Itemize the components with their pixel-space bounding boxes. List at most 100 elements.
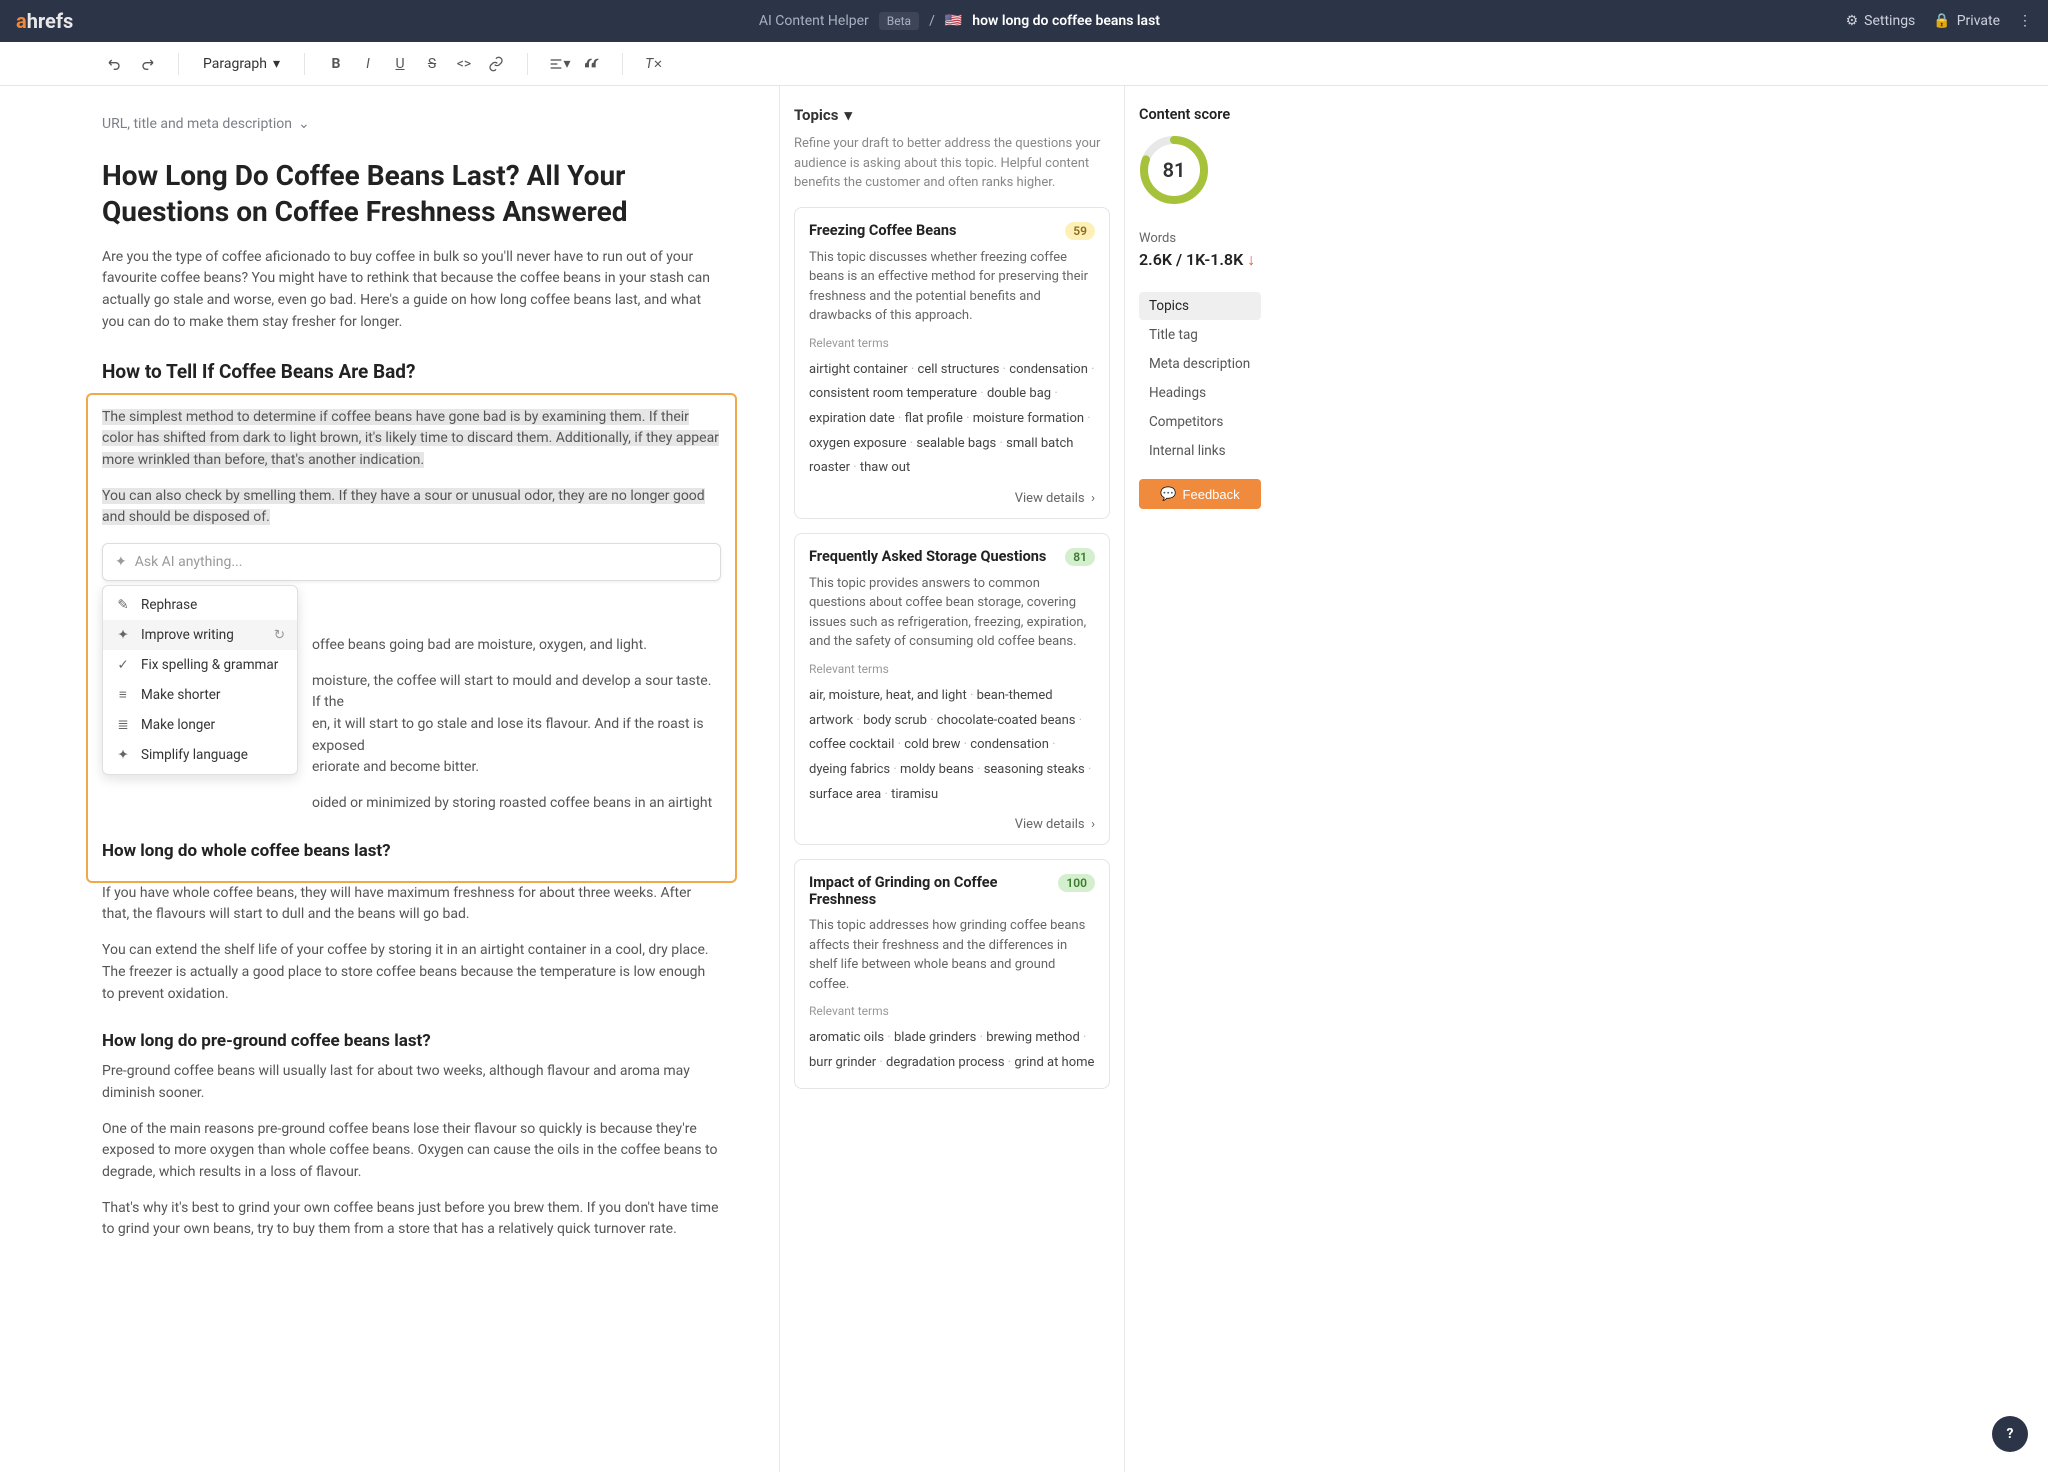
view-details-link[interactable]: View details › [809, 817, 1095, 832]
undo-button[interactable] [100, 49, 130, 79]
score-nav: TopicsTitle tagMeta descriptionHeadingsC… [1139, 292, 1261, 465]
topics-description: Refine your draft to better address the … [794, 134, 1110, 193]
topic-title: Freezing Coffee Beans [809, 222, 956, 239]
topic-card: Impact of Grinding on Coffee Freshness10… [794, 859, 1110, 1088]
bold-button[interactable]: B [321, 49, 351, 79]
meta-toggle-label: URL, title and meta description [102, 116, 292, 132]
feedback-label: Feedback [1183, 487, 1240, 502]
relevant-terms: aromatic oilsblade grindersbrewing metho… [809, 1026, 1095, 1075]
view-details-link[interactable]: View details › [809, 491, 1095, 506]
heading-how-to-tell[interactable]: How to Tell If Coffee Beans Are Bad? [102, 360, 721, 383]
topic-title: Impact of Grinding on Coffee Freshness [809, 874, 1058, 908]
topics-column: Topics ▾ Refine your draft to better add… [780, 86, 1125, 1472]
score-nav-item[interactable]: Internal links [1139, 437, 1261, 465]
beta-badge: Beta [879, 12, 919, 30]
relevant-terms-label: Relevant terms [809, 1004, 1095, 1018]
score-nav-item[interactable]: Meta description [1139, 350, 1261, 378]
topbar-center: AI Content Helper Beta / 🇺🇸 how long do … [73, 12, 1845, 30]
topics-header[interactable]: Topics ▾ [794, 106, 1110, 124]
topic-score-pill: 100 [1058, 874, 1095, 892]
topic-title: Frequently Asked Storage Questions [809, 548, 1046, 565]
avoided-paragraph[interactable]: oided or minimized by storing roasted co… [102, 793, 721, 815]
article-title[interactable]: How Long Do Coffee Beans Last? All Your … [102, 158, 721, 231]
score-nav-item[interactable]: Title tag [1139, 321, 1261, 349]
underline-button[interactable]: U [385, 49, 415, 79]
lines-short-icon: ≡ [115, 687, 131, 703]
editor-column: URL, title and meta description ⌄ How Lo… [0, 86, 780, 1472]
refresh-icon: ↻ [274, 627, 285, 643]
ai-menu-improve-writing[interactable]: ✦Improve writing↻ [103, 620, 297, 650]
content-score-ring: 81 [1139, 135, 1209, 205]
ai-menu-simplify[interactable]: ✦Simplify language [103, 740, 297, 770]
pre-paragraph-1[interactable]: Pre-ground coffee beans will usually las… [102, 1061, 721, 1104]
content-score-title: Content score [1139, 106, 1261, 123]
words-value: 2.6K / 1K-1.8K ↓ [1139, 250, 1261, 270]
ai-placeholder: Ask AI anything... [135, 554, 243, 570]
relevant-terms: air, moisture, heat, and lightbean-theme… [809, 684, 1095, 807]
relevant-terms-label: Relevant terms [809, 336, 1095, 350]
top-bar: ahrefs AI Content Helper Beta / 🇺🇸 how l… [0, 0, 2048, 42]
relevant-terms-label: Relevant terms [809, 662, 1095, 676]
score-nav-item[interactable]: Headings [1139, 379, 1261, 407]
align-button[interactable]: ▾ [544, 49, 574, 79]
link-button[interactable] [481, 49, 511, 79]
block-type-label: Paragraph [203, 56, 267, 72]
topic-desc: This topic discusses whether freezing co… [809, 248, 1095, 326]
topbar-right: ⚙ Settings 🔒 Private ⋮ [1846, 13, 2032, 29]
score-column: Content score 81 Words 2.6K / 1K-1.8K ↓ … [1125, 86, 1275, 1472]
highlighted-paragraph-1[interactable]: The simplest method to determine if coff… [102, 407, 721, 472]
settings-label: Settings [1864, 13, 1915, 29]
relevant-terms: airtight containercell structurescondens… [809, 358, 1095, 481]
block-type-dropdown[interactable]: Paragraph ▾ [195, 52, 288, 76]
whole-paragraph-1[interactable]: If you have whole coffee beans, they wil… [102, 883, 721, 926]
topic-card: Freezing Coffee Beans 59 This topic discus… [794, 207, 1110, 519]
help-button[interactable]: ? [1992, 1416, 2028, 1452]
more-menu-button[interactable]: ⋮ [2018, 13, 2032, 29]
score-nav-item[interactable]: Competitors [1139, 408, 1261, 436]
content-score-value: 81 [1139, 135, 1209, 205]
ai-menu-make-longer[interactable]: ≣Make longer [103, 710, 297, 740]
pre-paragraph-2[interactable]: One of the main reasons pre-ground coffe… [102, 1119, 721, 1184]
ai-menu-make-shorter[interactable]: ≡Make shorter [103, 680, 297, 710]
pencil-icon: ✎ [115, 597, 131, 613]
code-button[interactable]: <> [449, 49, 479, 79]
highlighted-paragraph-2[interactable]: You can also check by smelling them. If … [102, 486, 721, 529]
topic-score-pill: 59 [1065, 222, 1095, 240]
clear-format-button[interactable]: T✕ [639, 49, 669, 79]
heading-pre-ground[interactable]: How long do pre-ground coffee beans last… [102, 1031, 721, 1051]
whole-paragraph-2[interactable]: You can extend the shelf life of your co… [102, 940, 721, 1005]
score-nav-item[interactable]: Topics [1139, 292, 1261, 320]
text-behind-menu: offee beans going bad are moisture, oxyg… [312, 635, 721, 861]
chevron-down-icon: ⌄ [298, 116, 310, 132]
check-icon: ✓ [115, 657, 131, 673]
heading-whole-beans[interactable]: How long do whole coffee beans last? [102, 841, 721, 861]
topics-header-label: Topics [794, 106, 838, 124]
sparkle-icon: ✦ [115, 554, 127, 570]
private-button[interactable]: 🔒 Private [1933, 13, 2000, 29]
italic-button[interactable]: I [353, 49, 383, 79]
pre-paragraph-3[interactable]: That's why it's best to grind your own c… [102, 1198, 721, 1241]
sparkle-icon: ✦ [115, 627, 131, 643]
gear-icon: ⚙ [1846, 13, 1859, 29]
ai-menu-rephrase[interactable]: ✎Rephrase [103, 590, 297, 620]
topic-desc: This topic addresses how grinding coffee… [809, 916, 1095, 994]
quote-button[interactable] [576, 49, 606, 79]
keyword: how long do coffee beans last [972, 13, 1160, 29]
topic-card: Frequently Asked Storage Questions81This… [794, 533, 1110, 845]
ai-menu-fix-spelling[interactable]: ✓Fix spelling & grammar [103, 650, 297, 680]
feedback-button[interactable]: 💬 Feedback [1139, 479, 1261, 509]
settings-button[interactable]: ⚙ Settings [1846, 13, 1916, 29]
words-label: Words [1139, 231, 1261, 246]
ai-action-menu: ✎Rephrase ✦Improve writing↻ ✓Fix spellin… [102, 585, 298, 775]
chevron-down-icon: ▾ [273, 56, 280, 72]
ai-ask-input[interactable]: ✦ Ask AI anything... [102, 543, 721, 581]
arrow-down-icon: ↓ [1247, 250, 1255, 269]
redo-button[interactable] [132, 49, 162, 79]
meta-toggle[interactable]: URL, title and meta description ⌄ [102, 116, 721, 132]
sparkle-icon: ✦ [115, 747, 131, 763]
strikethrough-button[interactable]: S [417, 49, 447, 79]
intro-paragraph[interactable]: Are you the type of coffee aficionado to… [102, 247, 721, 334]
private-label: Private [1957, 13, 2000, 29]
ai-selection-box: The simplest method to determine if coff… [86, 393, 737, 883]
chat-icon: 💬 [1160, 486, 1176, 502]
